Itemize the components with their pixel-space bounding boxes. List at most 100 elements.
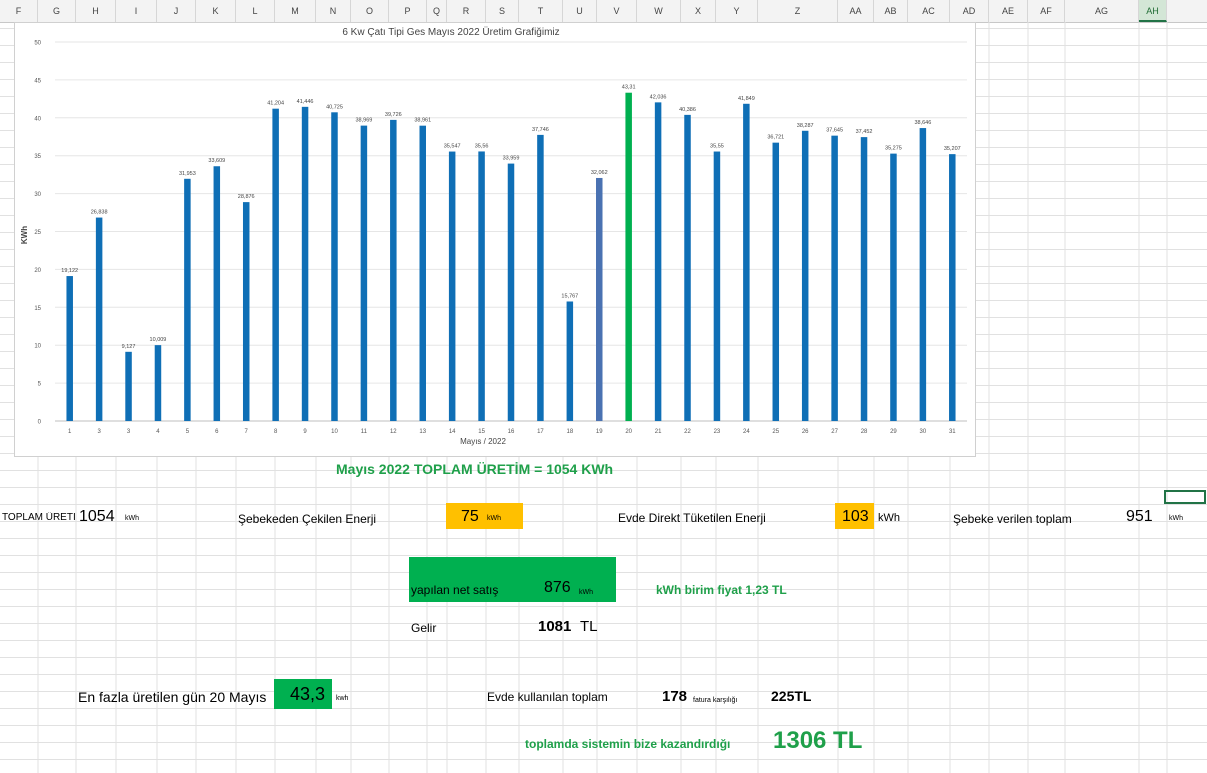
direct-consumption-unit: kWh [878, 512, 900, 524]
column-header-af[interactable]: AF [1028, 0, 1065, 22]
column-header-ah[interactable]: AH [1139, 0, 1167, 22]
income-label: Gelir [411, 621, 437, 635]
bar-value-label: 37,452 [856, 129, 873, 135]
grid-drawn-cell [446, 503, 523, 529]
bar-value-label: 28,876 [238, 194, 255, 200]
column-header-aa[interactable]: AA [838, 0, 874, 22]
bar-value-label: 35,275 [885, 146, 902, 152]
bar-day-15 [478, 151, 485, 421]
column-header-j[interactable]: J [157, 0, 196, 22]
x-tick-label: 8 [274, 429, 278, 435]
bar-day-22 [684, 114, 691, 422]
column-header-ae[interactable]: AE [989, 0, 1028, 22]
column-header-h[interactable]: H [76, 0, 116, 22]
column-header-ab[interactable]: AB [874, 0, 908, 22]
max-day-label: En fazla üretilen gün 20 Mayıs [78, 689, 267, 705]
total-production-title: Mayıs 2022 TOPLAM ÜRETİM = 1054 KWh [336, 461, 614, 477]
column-header-o[interactable]: O [351, 0, 389, 22]
bar-value-label: 15,767 [561, 293, 578, 299]
x-tick-label: 25 [772, 429, 779, 435]
bar-value-label: 35,55 [710, 144, 724, 150]
column-header-m[interactable]: M [275, 0, 316, 22]
x-tick-label: 11 [361, 429, 368, 435]
x-tick-label: 9 [303, 429, 307, 435]
bar-value-label: 37,746 [532, 127, 549, 133]
unit-price-note: kWh birim fiyat 1,23 TL [656, 583, 787, 597]
x-tick-label: 17 [537, 429, 544, 435]
column-header-q[interactable]: Q [427, 0, 447, 22]
bar-day-31 [949, 154, 956, 422]
chart-canvas: 6 Kw Çatı Tipi Ges Mayıs 2022 Üretim Gra… [20, 26, 967, 446]
bar-day-27 [831, 135, 838, 421]
column-header-u[interactable]: U [563, 0, 597, 22]
bar-value-label: 40,386 [679, 107, 696, 113]
chart-x-axis-label: Mayıs / 2022 [460, 437, 506, 446]
bar-day-7 [242, 202, 250, 421]
bar-value-label: 33,609 [208, 158, 225, 164]
bar-value-label: 10,009 [150, 337, 167, 343]
x-tick-label: 26 [802, 429, 809, 435]
x-tick-label: 4 [156, 429, 160, 435]
column-header-ac[interactable]: AC [908, 0, 950, 22]
column-header-ad[interactable]: AD [950, 0, 989, 22]
x-tick-label: 6 [215, 429, 219, 435]
y-tick-label: 5 [38, 382, 42, 388]
column-header-y[interactable]: Y [716, 0, 758, 22]
column-header-n[interactable]: N [316, 0, 351, 22]
bar-value-label: 40,725 [326, 104, 343, 110]
bar-value-label: 38,969 [355, 118, 372, 124]
column-header-g[interactable]: G [38, 0, 76, 22]
column-header-t[interactable]: T [519, 0, 563, 22]
bar-value-label: 41,204 [267, 101, 284, 107]
net-sale-unit: kWh [579, 589, 593, 596]
column-header-i[interactable]: I [116, 0, 157, 22]
max-day-value: 43,3 [290, 684, 326, 704]
bar-value-label: 38,646 [914, 120, 931, 126]
production-chart[interactable]: 6 Kw Çatı Tipi Ges Mayıs 2022 Üretim Gra… [14, 22, 976, 457]
column-header-s[interactable]: S [486, 0, 519, 22]
x-tick-label: 24 [743, 429, 750, 435]
bar-day-24 [743, 103, 750, 421]
bar-day-5 [184, 178, 191, 421]
bill-value: 225TL [771, 688, 812, 704]
income-value: 1081 [538, 618, 572, 635]
direct-consumption-label: Evde Direkt Tüketilen Enerji [618, 511, 766, 525]
column-header-ag[interactable]: AG [1065, 0, 1139, 22]
column-header-z[interactable]: Z [758, 0, 838, 22]
selected-cell[interactable] [1164, 490, 1206, 504]
bar-day-20 [625, 92, 632, 421]
column-header-r[interactable]: R [447, 0, 486, 22]
bar-value-label: 37,645 [826, 128, 843, 134]
column-header-w[interactable]: W [637, 0, 681, 22]
grid-drawn-label: Şebekeden Çekilen Enerji [238, 512, 377, 526]
bar-value-label: 19,122 [61, 268, 78, 274]
x-tick-label: 31 [949, 429, 956, 435]
x-tick-label: 1 [68, 429, 72, 435]
bar-day-16 [507, 163, 515, 422]
y-tick-label: 10 [34, 344, 41, 350]
income-unit: TL [580, 618, 598, 635]
column-header-k[interactable]: K [196, 0, 236, 22]
column-header-x[interactable]: X [681, 0, 716, 22]
earned-label: toplamda sistemin bize kazandırdığı [525, 737, 731, 751]
column-header-l[interactable]: L [236, 0, 275, 22]
grid-drawn-unit: kWh [487, 515, 501, 522]
net-sale-label: yapılan net satış [411, 583, 499, 597]
chart-bars [66, 92, 956, 422]
bar-day-26 [801, 130, 809, 421]
x-tick-label: 20 [625, 429, 632, 435]
bar-value-label: 41,849 [738, 96, 755, 102]
bar-day-8 [272, 108, 279, 422]
bar-day-1 [66, 276, 73, 421]
column-header-p[interactable]: P [389, 0, 427, 22]
column-header-f[interactable]: F [0, 0, 38, 22]
grid-fed-unit: kWh [1169, 515, 1183, 522]
bar-value-label: 32,062 [591, 170, 608, 176]
bar-day-13 [419, 125, 426, 421]
bar-day-29 [890, 153, 897, 422]
column-header-v[interactable]: V [597, 0, 637, 22]
bar-day-9 [301, 106, 309, 421]
chart-y-axis-label: KWh [20, 226, 29, 244]
column-header-bar: F G H I J K L M N O P Q R S T U V W X Y Z AA AB AC AD AE AF AG AH [0, 0, 1207, 23]
grid-fed-value: 951 [1126, 508, 1153, 525]
